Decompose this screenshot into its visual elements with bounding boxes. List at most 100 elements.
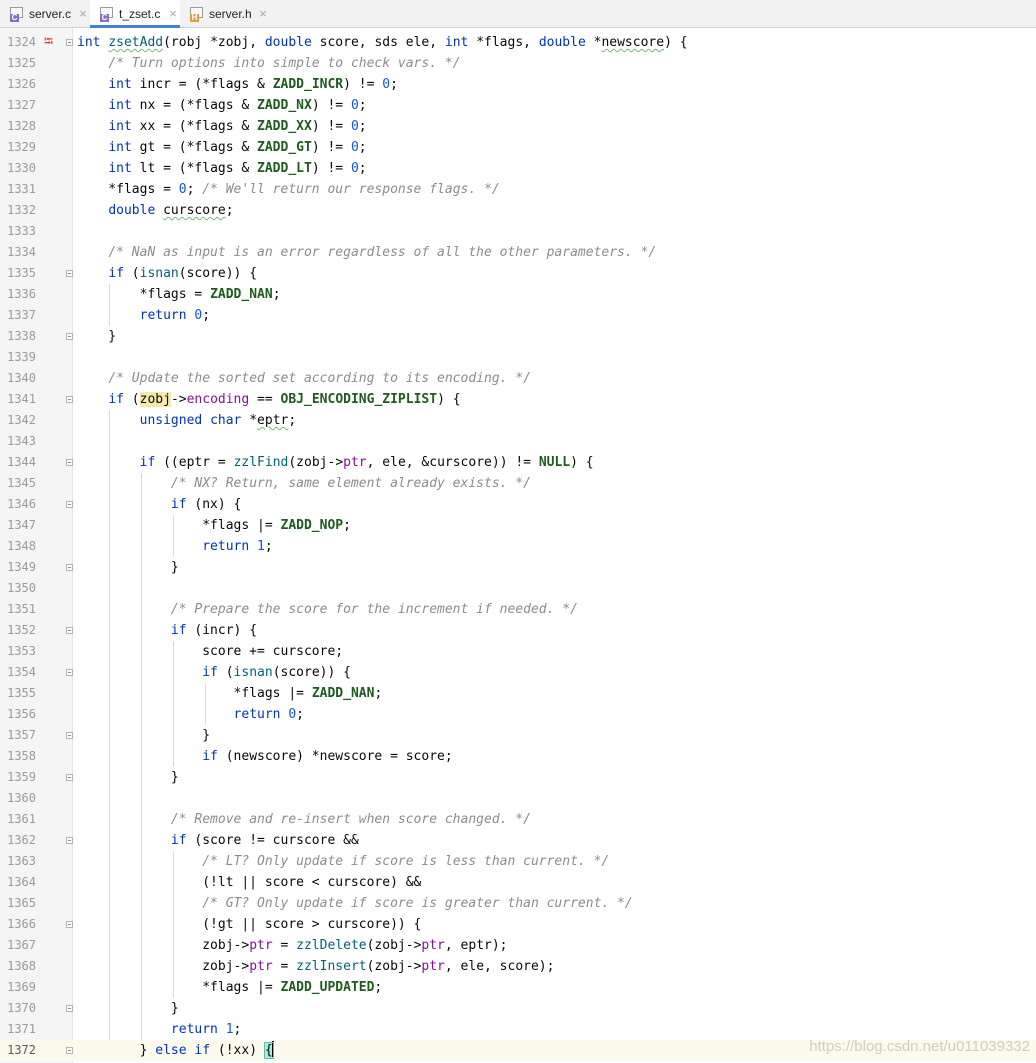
- line-number: 1337: [7, 308, 36, 322]
- line-number: 1366: [7, 917, 36, 931]
- code-line[interactable]: /* NaN as input is an error regardless o…: [77, 242, 656, 263]
- line-number: 1368: [7, 959, 36, 973]
- line-number: 1343: [7, 434, 36, 448]
- code-line[interactable]: }: [77, 326, 116, 347]
- line-number: 1328: [7, 119, 36, 133]
- code-line[interactable]: return 1;: [77, 1019, 241, 1040]
- line-number: 1367: [7, 938, 36, 952]
- code-line[interactable]: double curscore;: [77, 200, 233, 221]
- line-number: 1359: [7, 770, 36, 784]
- tab-server-c[interactable]: Cserver.c ×: [0, 0, 90, 28]
- fold-marker-icon[interactable]: [66, 1005, 73, 1012]
- line-number: 1335: [7, 266, 36, 280]
- code-line[interactable]: /* GT? Only update if score is greater t…: [77, 893, 632, 914]
- line-number: 1345: [7, 476, 36, 490]
- code-line[interactable]: if (incr) {: [77, 620, 257, 641]
- line-number: 1326: [7, 77, 36, 91]
- line-number: 1362: [7, 833, 36, 847]
- tab-label: t_zset.c: [119, 7, 161, 21]
- code-line[interactable]: if (newscore) *newscore = score;: [77, 746, 452, 767]
- line-number: 1342: [7, 413, 36, 427]
- line-number: 1349: [7, 560, 36, 574]
- line-number: 1358: [7, 749, 36, 763]
- line-number: 1327: [7, 98, 36, 112]
- line-number: 1333: [7, 224, 36, 238]
- line-number: 1344: [7, 455, 36, 469]
- line-number: 1341: [7, 392, 36, 406]
- code-line[interactable]: *flags |= ZADD_NOP;: [77, 515, 351, 536]
- code-line[interactable]: *flags |= ZADD_NAN;: [77, 683, 383, 704]
- code-line[interactable]: int xx = (*flags & ZADD_XX) != 0;: [77, 116, 366, 137]
- line-number: 1331: [7, 182, 36, 196]
- line-number: 1370: [7, 1001, 36, 1015]
- code-line[interactable]: }: [77, 998, 179, 1019]
- code-line[interactable]: if (isnan(score)) {: [77, 662, 351, 683]
- code-line[interactable]: *flags = ZADD_NAN;: [77, 284, 281, 305]
- code-line[interactable]: return 0;: [77, 305, 210, 326]
- close-tab-icon[interactable]: ×: [166, 0, 180, 28]
- code-line[interactable]: int nx = (*flags & ZADD_NX) != 0;: [77, 95, 366, 116]
- code-line[interactable]: if ((eptr = zzlFind(zobj->ptr, ele, &cur…: [77, 452, 594, 473]
- code-line[interactable]: unsigned char *eptr;: [77, 410, 297, 431]
- code-line[interactable]: if (score != curscore &&: [77, 830, 359, 851]
- fold-marker-icon[interactable]: [66, 459, 73, 466]
- line-number: 1363: [7, 854, 36, 868]
- tab-server-h[interactable]: Hserver.h ×: [180, 0, 270, 28]
- fold-marker-icon[interactable]: [66, 774, 73, 781]
- fold-marker-icon[interactable]: [66, 270, 73, 277]
- code-line[interactable]: if (zobj->encoding == OBJ_ENCODING_ZIPLI…: [77, 389, 461, 410]
- fold-marker-icon[interactable]: [66, 627, 73, 634]
- code-line[interactable]: /* NX? Return, same element already exis…: [77, 473, 531, 494]
- line-number: 1350: [7, 581, 36, 595]
- close-tab-icon[interactable]: ×: [256, 0, 270, 28]
- fold-marker-icon[interactable]: [66, 1047, 73, 1054]
- fold-marker-icon[interactable]: [66, 501, 73, 508]
- code-line[interactable]: /* Remove and re-insert when score chang…: [77, 809, 531, 830]
- code-line[interactable]: score += curscore;: [77, 641, 343, 662]
- line-number: 1361: [7, 812, 36, 826]
- line-number: 1324: [7, 35, 36, 49]
- code-line[interactable]: /* LT? Only update if score is less than…: [77, 851, 609, 872]
- fold-marker-icon[interactable]: [66, 39, 73, 46]
- code-line[interactable]: *flags = 0; /* We'll return our response…: [77, 179, 499, 200]
- fold-marker-icon[interactable]: [66, 669, 73, 676]
- fold-marker-icon[interactable]: [66, 396, 73, 403]
- fold-marker-icon[interactable]: [66, 333, 73, 340]
- code-line[interactable]: int gt = (*flags & ZADD_GT) != 0;: [77, 137, 366, 158]
- code-line[interactable]: (!gt || score > curscore)) {: [77, 914, 421, 935]
- code-line[interactable]: /* Turn options into simple to check var…: [77, 53, 460, 74]
- fold-marker-icon[interactable]: [66, 564, 73, 571]
- line-number: 1355: [7, 686, 36, 700]
- code-line[interactable]: return 0;: [77, 704, 304, 725]
- line-number: 1364: [7, 875, 36, 889]
- code-line[interactable]: return 1;: [77, 536, 272, 557]
- close-tab-icon[interactable]: ×: [76, 0, 90, 28]
- line-number: 1357: [7, 728, 36, 742]
- code-line[interactable]: int zsetAdd(robj *zobj, double score, sd…: [77, 32, 688, 53]
- tab-t-zset-c[interactable]: Ct_zset.c ×: [90, 0, 180, 28]
- code-line[interactable]: /* Prepare the score for the increment i…: [77, 599, 578, 620]
- override-arrow-icon[interactable]: ⭾: [44, 33, 53, 49]
- code-line[interactable]: int lt = (*flags & ZADD_LT) != 0;: [77, 158, 366, 179]
- line-number: 1336: [7, 287, 36, 301]
- code-line[interactable]: zobj->ptr = zzlInsert(zobj->ptr, ele, sc…: [77, 956, 554, 977]
- line-number: 1354: [7, 665, 36, 679]
- code-line[interactable]: }: [77, 725, 210, 746]
- code-line[interactable]: if (nx) {: [77, 494, 241, 515]
- code-line[interactable]: zobj->ptr = zzlDelete(zobj->ptr, eptr);: [77, 935, 507, 956]
- line-number: 1351: [7, 602, 36, 616]
- fold-marker-icon[interactable]: [66, 837, 73, 844]
- line-number: 1347: [7, 518, 36, 532]
- code-line[interactable]: *flags |= ZADD_UPDATED;: [77, 977, 382, 998]
- code-line[interactable]: }: [77, 767, 179, 788]
- line-number: 1329: [7, 140, 36, 154]
- code-line[interactable]: /* Update the sorted set according to it…: [77, 368, 531, 389]
- code-line[interactable]: (!lt || score < curscore) &&: [77, 872, 421, 893]
- c-file-icon: C: [100, 7, 113, 22]
- code-line[interactable]: } else if (!xx) {: [77, 1040, 274, 1061]
- code-line[interactable]: if (isnan(score)) {: [77, 263, 257, 284]
- fold-marker-icon[interactable]: [66, 921, 73, 928]
- code-line[interactable]: }: [77, 557, 179, 578]
- code-line[interactable]: int incr = (*flags & ZADD_INCR) != 0;: [77, 74, 398, 95]
- fold-marker-icon[interactable]: [66, 732, 73, 739]
